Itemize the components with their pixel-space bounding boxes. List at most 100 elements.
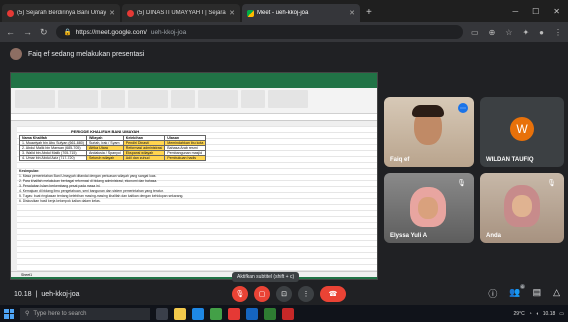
reload-icon[interactable]: ↻ xyxy=(40,27,48,38)
table-title: PERIODE KHALIFAH BANI UMAYAH xyxy=(71,129,140,134)
url-host: https://meet.google.com/ xyxy=(75,28,147,36)
meet-icon xyxy=(247,9,254,17)
star-icon[interactable]: ☆ xyxy=(505,28,512,37)
camera-icon[interactable]: ▭ xyxy=(471,28,479,37)
task-view-icon[interactable] xyxy=(156,307,168,320)
mic-off-icon: 🎙 xyxy=(547,180,556,187)
excel-ribbon xyxy=(11,88,377,114)
powerpoint-icon[interactable] xyxy=(282,307,294,320)
people-icon[interactable]: 👥 6 xyxy=(509,284,525,300)
ribbon-group xyxy=(198,90,238,108)
youtube-icon xyxy=(127,9,134,17)
ribbon-group xyxy=(58,90,98,108)
participant-video xyxy=(512,195,532,217)
youtube-icon xyxy=(7,9,14,17)
close-tab-icon[interactable]: ✕ xyxy=(109,9,115,17)
word-icon[interactable] xyxy=(246,307,258,320)
meet-control-bar: 10.18 | ueh-kkoj-joa 🎙 ▢ ⊡ ⋮ ☎ ⓘ 👥 6 ▤ △ xyxy=(0,283,568,305)
excel-icon[interactable] xyxy=(264,307,276,320)
spreadsheet-grid: PERIODE KHALIFAH BANI UMAYAH Nama Khalif… xyxy=(11,121,377,271)
call-controls: 🎙 ▢ ⊡ ⋮ ☎ xyxy=(232,286,346,302)
browser-tab-3[interactable]: Meet - ueh-kkoj-joa ✕ xyxy=(242,4,360,22)
present-button[interactable]: ⊡ xyxy=(276,286,292,302)
column-headers xyxy=(11,121,377,126)
meeting-info: 10.18 | ueh-kkoj-joa xyxy=(0,291,80,298)
ribbon-group xyxy=(241,90,265,108)
maximize-icon[interactable]: ☐ xyxy=(532,7,539,16)
ribbon-group xyxy=(101,90,125,108)
avatar: W xyxy=(510,117,534,141)
camera-toggle-button[interactable]: ▢ xyxy=(254,286,270,302)
chrome-icon[interactable] xyxy=(210,307,222,320)
formula-bar xyxy=(11,114,377,121)
taskbar-search[interactable]: ⚲ Type here to search xyxy=(20,307,150,320)
table-cell: 2. Abdul Malik bin Marwan (685-705) xyxy=(19,145,87,151)
app-icon[interactable] xyxy=(228,307,240,320)
more-options-icon[interactable]: ⋯ xyxy=(458,103,468,113)
mic-toggle-button[interactable]: 🎙 xyxy=(232,286,248,302)
new-tab-button[interactable]: + xyxy=(360,4,378,22)
network-icon[interactable]: ◔ xyxy=(529,311,532,317)
tab-strip: (5) Sejarah Berdirinya Bani Umay ✕ (5) D… xyxy=(0,0,568,22)
table-cell: Pembangunan masjid xyxy=(164,150,207,156)
activities-icon[interactable]: △ xyxy=(553,287,560,300)
file-explorer-icon[interactable] xyxy=(174,307,186,320)
lock-icon: 🔒 xyxy=(63,29,72,36)
profile-icon[interactable]: ● xyxy=(539,28,544,37)
close-window-icon[interactable]: ✕ xyxy=(553,7,560,16)
notifications-icon[interactable]: ▭ xyxy=(559,311,564,317)
taskbar-search-placeholder: Type here to search xyxy=(33,310,87,317)
meeting-time: 10.18 xyxy=(14,290,32,298)
table-row: 3. Walid bin Abdul Malik (705-715) Andal… xyxy=(19,150,207,156)
menu-icon[interactable]: ⋮ xyxy=(554,28,562,37)
presentation-notice-text: Faiq ef sedang melakukan presentasi xyxy=(28,50,145,58)
browser-window: (5) Sejarah Berdirinya Bani Umay ✕ (5) D… xyxy=(0,0,568,322)
close-tab-icon[interactable]: ✕ xyxy=(229,9,235,17)
presentation-notice: Faiq ef sedang melakukan presentasi xyxy=(0,42,568,66)
leave-call-button[interactable]: ☎ xyxy=(320,286,346,302)
url-field[interactable]: 🔒 https://meet.google.com/ueh-kkoj-joa xyxy=(55,25,464,39)
info-icon[interactable]: ⓘ xyxy=(488,287,497,300)
participant-tile-wildan[interactable]: W WILDAN TAUFIQ xyxy=(480,97,564,167)
participant-name: Elyssa Yuli A xyxy=(390,233,428,239)
table-cell: Seluruh wilayah xyxy=(85,155,124,161)
forward-icon[interactable]: → xyxy=(23,27,32,37)
shared-screen: PERIODE KHALIFAH BANI UMAYAH Nama Khalif… xyxy=(10,72,378,280)
table-cell: Adil dan zuhud xyxy=(122,155,166,161)
participant-tile-faiq[interactable]: ⋯ Faiq ef xyxy=(384,97,474,167)
edge-icon[interactable] xyxy=(192,307,204,320)
sheet-tab[interactable]: Sheet1 xyxy=(21,273,32,277)
browser-tab-1[interactable]: (5) Sejarah Berdirinya Bani Umay ✕ xyxy=(2,4,120,22)
zoom-icon[interactable]: ⊕ xyxy=(489,28,496,37)
participant-name: Faiq ef xyxy=(390,157,410,163)
volume-icon[interactable]: ◖ xyxy=(536,311,539,317)
excel-ribbon-tabs xyxy=(11,81,377,88)
participant-name: WILDAN TAUFIQ xyxy=(486,157,534,163)
table-cell: Reformasi administrasi xyxy=(122,145,166,151)
extensions-icon[interactable]: ✦ xyxy=(522,28,529,37)
table-cell: 3. Walid bin Abdul Malik (705-715) xyxy=(19,150,87,156)
ribbon-group xyxy=(128,90,168,108)
participant-tile-anda[interactable]: 🎙 Anda xyxy=(480,173,564,243)
ribbon-group xyxy=(171,90,195,108)
windows-taskbar: ⚲ Type here to search 29°C ◔ ◖ 10.18 ▭ xyxy=(0,305,568,322)
table-row: 4. Umar bin Abdul Aziz (717-720) Seluruh… xyxy=(19,155,207,161)
participant-video xyxy=(418,197,438,219)
close-tab-icon[interactable]: ✕ xyxy=(349,9,355,17)
excel-statusbar xyxy=(11,277,377,279)
participant-hair xyxy=(412,105,444,117)
weather-temp: 29°C xyxy=(513,310,525,317)
browser-actions: ▭ ⊕ ☆ ✦ ● ⋮ xyxy=(471,28,562,37)
window-controls: ─ ☐ ✕ xyxy=(504,0,568,22)
more-options-button[interactable]: ⋮ xyxy=(298,286,314,302)
search-icon: ⚲ xyxy=(25,311,30,317)
browser-tab-2[interactable]: (5) DINASTI UMAYYAH I | Sejara ✕ xyxy=(122,4,240,22)
tab-label: (5) DINASTI UMAYYAH I | Sejara xyxy=(137,10,226,16)
windows-start-icon[interactable] xyxy=(4,308,14,319)
table-cell: Memindahkan ibu kota xyxy=(164,140,207,146)
participant-tile-elyssa[interactable]: 🎙 Elyssa Yuli A xyxy=(384,173,474,243)
back-icon[interactable]: ← xyxy=(6,27,15,37)
chat-icon[interactable]: ▤ xyxy=(533,287,542,300)
address-toolbar: ← → ↻ 🔒 https://meet.google.com/ueh-kkoj… xyxy=(0,22,568,42)
minimize-icon[interactable]: ─ xyxy=(512,7,518,16)
